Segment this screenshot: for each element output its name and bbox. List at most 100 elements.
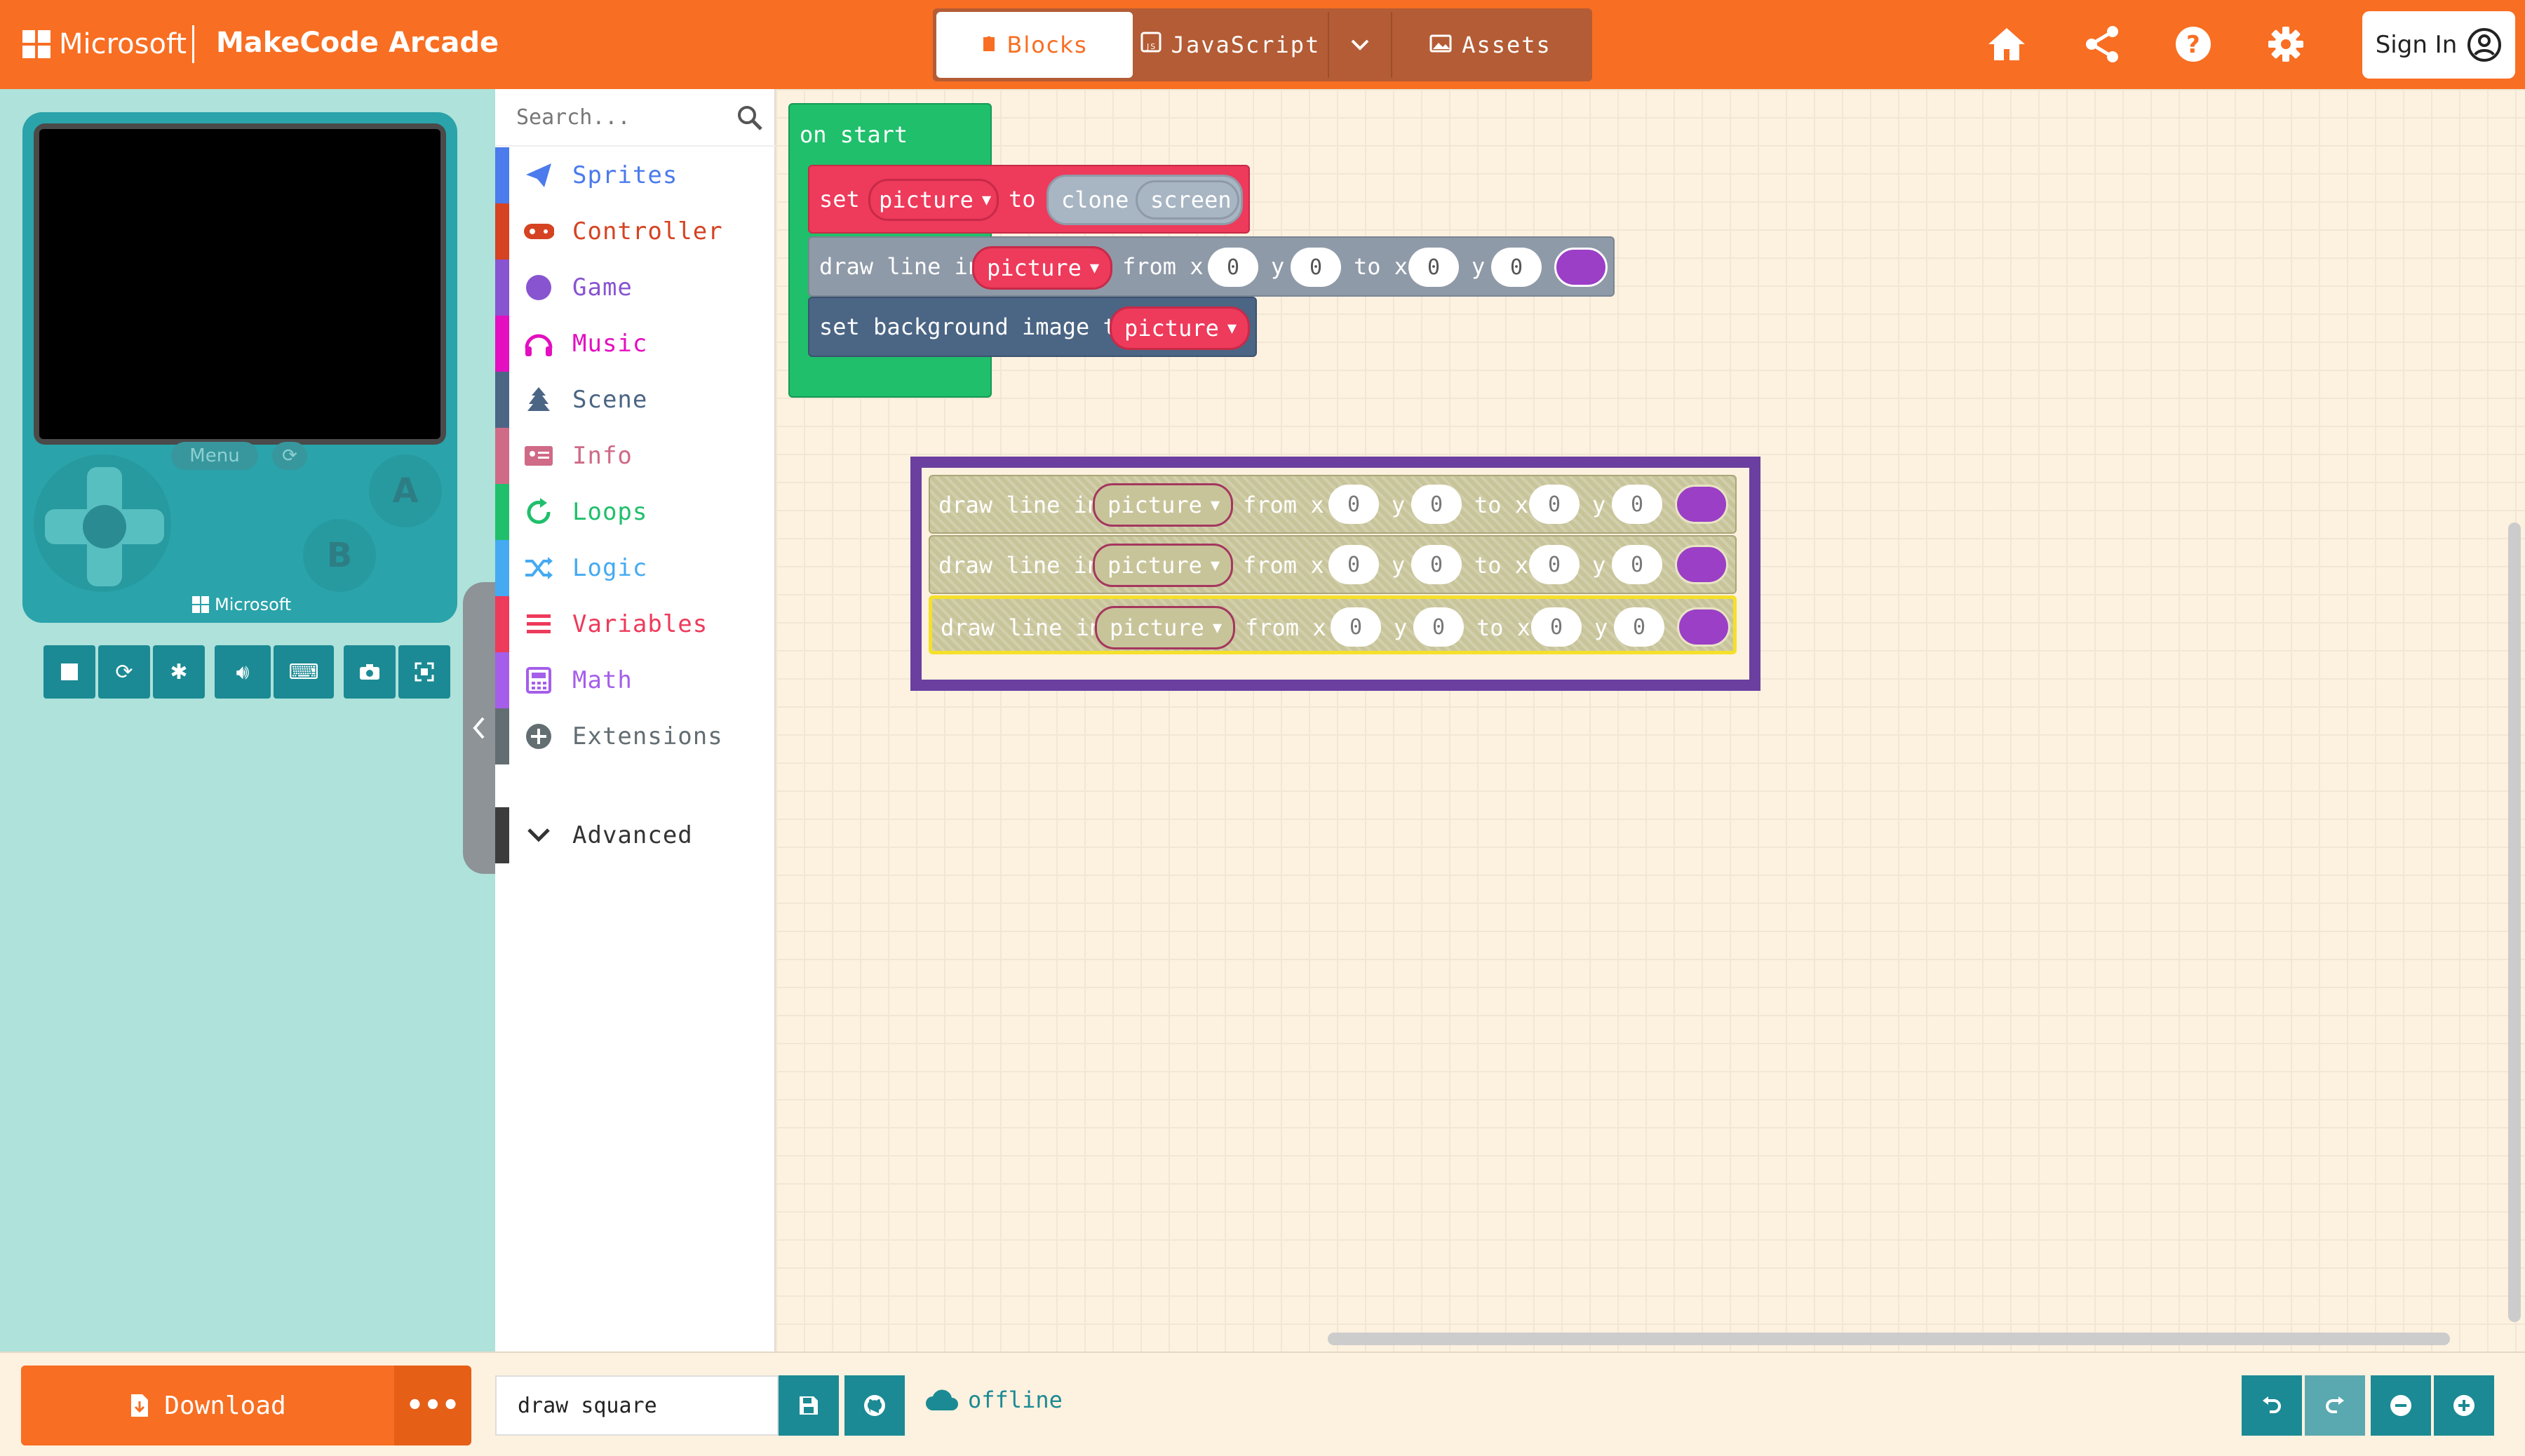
screen-dropdown[interactable]: screen: [1136, 180, 1239, 220]
toolbox-category-logic[interactable]: Logic: [495, 540, 776, 596]
settings-icon[interactable]: [2263, 21, 2309, 67]
cloud-status: offline: [924, 1387, 1063, 1413]
from-x-input[interactable]: 0: [1208, 248, 1258, 287]
stop-icon[interactable]: [43, 645, 95, 699]
to-x-input[interactable]: 0: [1529, 485, 1580, 524]
to-y-input[interactable]: 0: [1491, 248, 1542, 287]
toolbox-category-info[interactable]: Info: [495, 428, 776, 484]
sound-icon[interactable]: 🔊︎: [215, 645, 271, 699]
from-y-input[interactable]: 0: [1411, 545, 1462, 584]
simulator-toolbar: ⟳ ✱ 🔊︎ ⌨︎: [43, 645, 450, 699]
toolbox-category-math[interactable]: Math: [495, 652, 776, 708]
toolbox-category-scene[interactable]: Scene: [495, 372, 776, 428]
zoom-out-icon[interactable]: [2371, 1375, 2431, 1436]
tab-javascript[interactable]: JS JavaScript: [1133, 12, 1328, 78]
disabled-draw-line-block[interactable]: draw line in picture ▼ from x 0 y 0 to x0y0: [929, 595, 1737, 654]
to-x-input[interactable]: 0: [1531, 607, 1582, 647]
dropdown-arrow-icon: ▼: [1089, 259, 1100, 277]
tab-blocks[interactable]: Blocks: [936, 12, 1133, 78]
loop-arrow-icon: [523, 497, 554, 527]
set-variable-block[interactable]: set picture ▼ to clone screen: [808, 165, 1250, 234]
list-icon: [523, 609, 554, 640]
color-picker[interactable]: [1675, 485, 1728, 524]
game-screen[interactable]: [34, 123, 446, 445]
cloud-icon: [926, 1389, 958, 1410]
microsoft-logo[interactable]: Microsoft: [22, 28, 187, 60]
save-button[interactable]: [779, 1375, 839, 1436]
set-background-block[interactable]: set background image to picture ▼: [808, 297, 1257, 357]
restart-icon[interactable]: ⟳: [98, 645, 150, 699]
zoom-in-icon[interactable]: [2434, 1375, 2494, 1436]
color-picker[interactable]: [1677, 607, 1730, 647]
home-icon[interactable]: [1984, 21, 2030, 67]
toolbox-category-controller[interactable]: Controller: [495, 203, 776, 259]
blocks-workspace[interactable]: on start set picture ▼ to clone screen dr…: [776, 89, 2525, 1351]
to-y-input[interactable]: 0: [1614, 607, 1664, 647]
dpad-center: [83, 505, 126, 548]
variable-dropdown[interactable]: picture ▼: [868, 179, 999, 221]
toolbox-category-game[interactable]: Game: [495, 259, 776, 316]
from-x-input[interactable]: 0: [1328, 485, 1379, 524]
b-button[interactable]: B: [303, 519, 376, 592]
menu-button[interactable]: Menu: [171, 442, 258, 470]
toolbox-category-extensions[interactable]: Extensions: [495, 708, 776, 764]
redo-icon[interactable]: [2305, 1375, 2365, 1436]
tab-label: Blocks: [1006, 32, 1088, 58]
share-icon[interactable]: [2079, 21, 2125, 67]
clone-block[interactable]: clone screen: [1046, 175, 1243, 225]
from-y-input[interactable]: 0: [1411, 485, 1462, 524]
search-input[interactable]: Search...: [495, 89, 776, 147]
reset-icon[interactable]: ⟳: [272, 442, 307, 470]
toolbox-category-loops[interactable]: Loops: [495, 484, 776, 540]
fullscreen-icon[interactable]: [398, 645, 450, 699]
horizontal-scrollbar[interactable]: [1328, 1333, 2450, 1345]
tab-assets[interactable]: Assets: [1392, 12, 1589, 78]
toolbox-category-variables[interactable]: Variables: [495, 596, 776, 652]
download-button[interactable]: Download: [21, 1366, 394, 1445]
a-button[interactable]: A: [369, 454, 442, 527]
debug-icon[interactable]: ✱: [153, 645, 205, 699]
screenshot-icon[interactable]: [344, 645, 396, 699]
app-title[interactable]: MakeCode Arcade: [216, 27, 499, 59]
image-variable-dropdown[interactable]: picture ▼: [1095, 606, 1235, 649]
to-x-input[interactable]: 0: [1408, 248, 1459, 287]
dropdown-arrow-icon: ▼: [1227, 319, 1237, 337]
keyboard-icon[interactable]: ⌨︎: [274, 645, 334, 699]
help-icon[interactable]: ?: [2170, 21, 2216, 67]
image-variable-dropdown[interactable]: picture ▼: [1093, 544, 1233, 587]
to-y-input[interactable]: 0: [1612, 485, 1662, 524]
to-y-input[interactable]: 0: [1612, 545, 1662, 584]
github-button[interactable]: [844, 1375, 905, 1436]
disabled-draw-line-block[interactable]: draw line in picture ▼ from x 0 y 0 to x0y0: [929, 535, 1737, 594]
draw-line-block[interactable]: draw line in picture ▼ from x 0 y 0 to x …: [808, 236, 1615, 297]
from-x-input[interactable]: 0: [1331, 607, 1381, 647]
color-picker[interactable]: [1554, 248, 1608, 287]
collapse-simulator-button[interactable]: [463, 582, 495, 874]
disabled-draw-line-block[interactable]: draw line in picture ▼ from x 0 y 0 to x0y0: [929, 475, 1737, 534]
tab-label: Assets: [1462, 32, 1551, 58]
from-x-input[interactable]: 0: [1328, 545, 1379, 584]
undo-icon[interactable]: [2242, 1375, 2302, 1436]
toolbox-category-music[interactable]: Music: [495, 316, 776, 372]
svg-text:JS: JS: [1146, 42, 1157, 51]
toolbox-category-sprites[interactable]: Sprites: [495, 147, 776, 203]
from-y-input[interactable]: 0: [1291, 248, 1341, 287]
variable-name: picture: [1110, 614, 1204, 641]
disabled-block-group[interactable]: draw line in picture ▼ from x 0 y 0 to x 0 y 0 draw…: [910, 457, 1760, 691]
language-dropdown[interactable]: [1328, 12, 1392, 78]
vertical-scrollbar[interactable]: [2508, 523, 2521, 1322]
category-color-bar: [495, 596, 509, 652]
image-variable-dropdown[interactable]: picture ▼: [1093, 483, 1233, 527]
color-picker[interactable]: [1675, 545, 1728, 584]
game-simulator[interactable]: Menu ⟳ A B Microsoft: [22, 112, 457, 623]
project-name-input[interactable]: draw square: [495, 1375, 779, 1436]
category-color-bar: [495, 316, 509, 372]
toolbox-advanced[interactable]: Advanced: [495, 807, 776, 863]
screen-label: screen: [1150, 187, 1232, 213]
image-variable-dropdown[interactable]: picture ▼: [972, 246, 1112, 290]
sign-in-button[interactable]: Sign In: [2362, 11, 2515, 79]
more-options-button[interactable]: •••: [394, 1366, 471, 1445]
to-x-input[interactable]: 0: [1529, 545, 1580, 584]
from-y-input[interactable]: 0: [1413, 607, 1464, 647]
image-variable-dropdown[interactable]: picture ▼: [1110, 306, 1250, 350]
